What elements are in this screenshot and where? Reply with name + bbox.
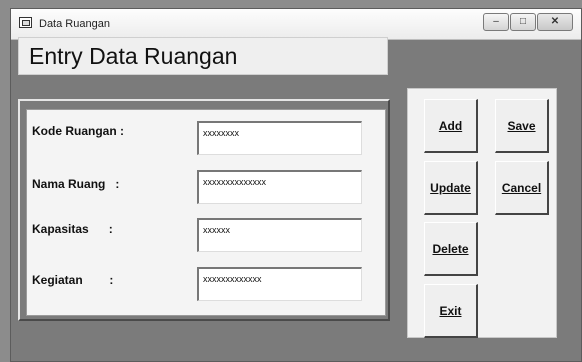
page-title: Entry Data Ruangan [29, 43, 238, 69]
kapasitas-label: Kapasitas : [32, 222, 113, 236]
cancel-button[interactable]: Cancel [495, 161, 549, 215]
kode-ruangan-field[interactable]: xxxxxxxx [197, 121, 362, 155]
kegiatan-field[interactable]: xxxxxxxxxxxxx [197, 267, 362, 301]
window-title: Data Ruangan [39, 18, 110, 30]
app-icon [19, 17, 32, 28]
kapasitas-field[interactable]: xxxxxx [197, 218, 362, 252]
kode-ruangan-label: Kode Ruangan : [32, 124, 124, 138]
close-icon[interactable]: ✕ [537, 13, 573, 31]
title-bar[interactable]: Data Ruangan – □ ✕ [11, 9, 581, 40]
update-button[interactable]: Update [424, 161, 478, 215]
nama-ruang-field[interactable]: xxxxxxxxxxxxxx [197, 170, 362, 204]
add-button[interactable]: Add [424, 99, 478, 153]
kegiatan-label: Kegiatan : [32, 273, 114, 287]
save-button[interactable]: Save [495, 99, 549, 153]
minimize-icon[interactable]: – [483, 13, 509, 31]
window-controls: – □ ✕ [483, 13, 573, 31]
delete-button[interactable]: Delete [424, 222, 478, 276]
header-box: Entry Data Ruangan [18, 37, 388, 75]
exit-button[interactable]: Exit [424, 284, 478, 338]
nama-ruang-label: Nama Ruang : [32, 177, 120, 191]
maximize-icon[interactable]: □ [510, 13, 536, 31]
